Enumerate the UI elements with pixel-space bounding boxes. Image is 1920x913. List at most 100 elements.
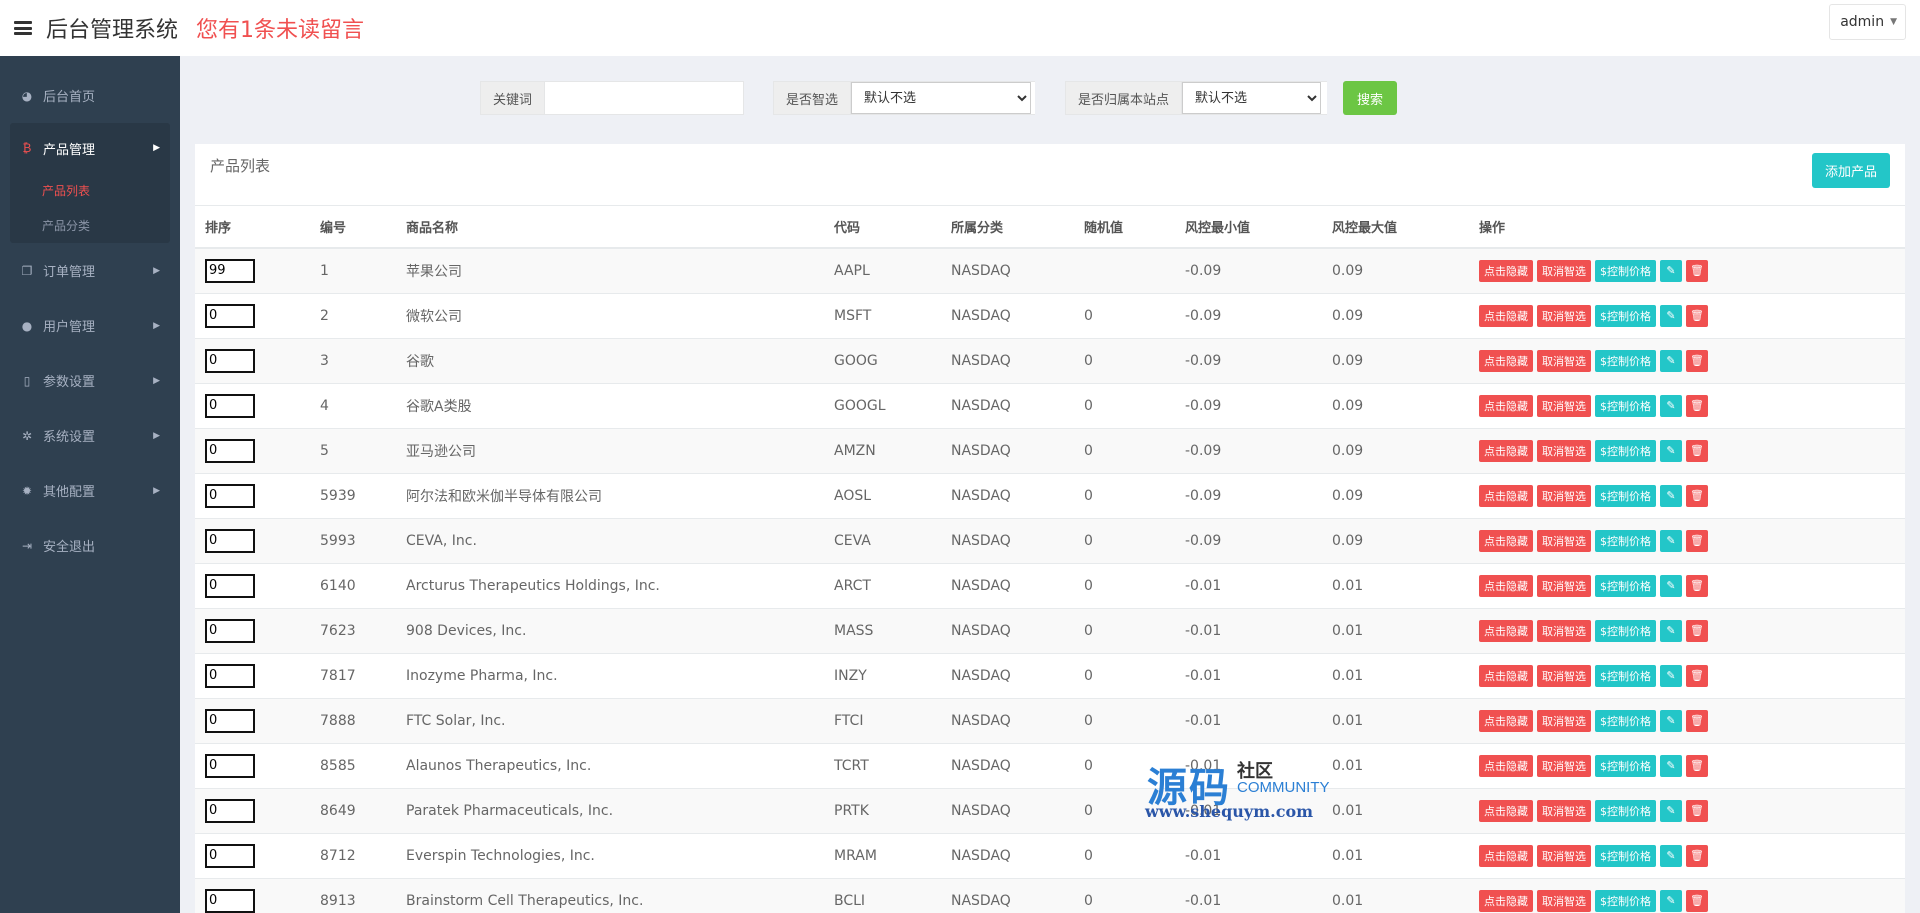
unread-message-notice[interactable]: 您有1条未读留言 (196, 12, 364, 44)
unselect-smart-button[interactable]: 取消智选 (1537, 349, 1591, 372)
menu-toggle-button[interactable] (0, 0, 46, 56)
sidebar-item-orders[interactable]: ❐ 订单管理 ▶ (0, 243, 180, 298)
sort-input[interactable] (205, 348, 255, 373)
control-price-button[interactable]: $控制价格 (1595, 664, 1656, 687)
control-price-button[interactable]: $控制价格 (1595, 574, 1656, 597)
sidebar-item-products[interactable]: ₿ 产品管理 ▶ (10, 123, 170, 173)
control-price-button[interactable]: $控制价格 (1595, 889, 1656, 912)
sort-input[interactable] (205, 573, 255, 598)
hide-button[interactable]: 点击隐藏 (1479, 259, 1533, 282)
delete-button[interactable]: 🗑 (1686, 394, 1708, 417)
edit-button[interactable]: ✎ (1660, 619, 1682, 642)
sort-input[interactable] (205, 438, 255, 463)
control-price-button[interactable]: $控制价格 (1595, 844, 1656, 867)
sort-input[interactable] (205, 753, 255, 778)
unselect-smart-button[interactable]: 取消智选 (1537, 394, 1591, 417)
delete-button[interactable]: 🗑 (1686, 889, 1708, 912)
unselect-smart-button[interactable]: 取消智选 (1537, 574, 1591, 597)
edit-button[interactable]: ✎ (1660, 394, 1682, 417)
hide-button[interactable]: 点击隐藏 (1479, 484, 1533, 507)
edit-button[interactable]: ✎ (1660, 304, 1682, 327)
control-price-button[interactable]: $控制价格 (1595, 619, 1656, 642)
control-price-button[interactable]: $控制价格 (1595, 799, 1656, 822)
hide-button[interactable]: 点击隐藏 (1479, 394, 1533, 417)
site-select[interactable]: 默认不选 (1182, 82, 1322, 114)
delete-button[interactable]: 🗑 (1686, 664, 1708, 687)
control-price-button[interactable]: $控制价格 (1595, 529, 1656, 552)
sidebar-item-params[interactable]: ▯ 参数设置 ▶ (0, 353, 180, 408)
delete-button[interactable]: 🗑 (1686, 529, 1708, 552)
unselect-smart-button[interactable]: 取消智选 (1537, 259, 1591, 282)
sort-input[interactable] (205, 888, 255, 913)
hide-button[interactable]: 点击隐藏 (1479, 304, 1533, 327)
hide-button[interactable]: 点击隐藏 (1479, 844, 1533, 867)
unselect-smart-button[interactable]: 取消智选 (1537, 529, 1591, 552)
user-dropdown[interactable]: admin ▼ (1829, 4, 1906, 40)
unselect-smart-button[interactable]: 取消智选 (1537, 799, 1591, 822)
delete-button[interactable]: 🗑 (1686, 304, 1708, 327)
sort-input[interactable] (205, 708, 255, 733)
unselect-smart-button[interactable]: 取消智选 (1537, 754, 1591, 777)
hide-button[interactable]: 点击隐藏 (1479, 709, 1533, 732)
edit-button[interactable]: ✎ (1660, 349, 1682, 372)
unselect-smart-button[interactable]: 取消智选 (1537, 889, 1591, 912)
edit-button[interactable]: ✎ (1660, 844, 1682, 867)
sidebar-item-users[interactable]: ● 用户管理 ▶ (0, 298, 180, 353)
edit-button[interactable]: ✎ (1660, 484, 1682, 507)
sort-input[interactable] (205, 393, 255, 418)
hide-button[interactable]: 点击隐藏 (1479, 619, 1533, 642)
delete-button[interactable]: 🗑 (1686, 754, 1708, 777)
control-price-button[interactable]: $控制价格 (1595, 439, 1656, 462)
hide-button[interactable]: 点击隐藏 (1479, 889, 1533, 912)
delete-button[interactable]: 🗑 (1686, 259, 1708, 282)
hide-button[interactable]: 点击隐藏 (1479, 349, 1533, 372)
search-button[interactable]: 搜索 (1343, 81, 1397, 115)
edit-button[interactable]: ✎ (1660, 574, 1682, 597)
sidebar-subitem-product-category[interactable]: 产品分类 (10, 208, 170, 243)
sidebar-subitem-product-list[interactable]: 产品列表 (10, 173, 170, 208)
delete-button[interactable]: 🗑 (1686, 799, 1708, 822)
hide-button[interactable]: 点击隐藏 (1479, 799, 1533, 822)
add-product-button[interactable]: 添加产品 (1811, 153, 1890, 188)
control-price-button[interactable]: $控制价格 (1595, 709, 1656, 732)
edit-button[interactable]: ✎ (1660, 529, 1682, 552)
sort-input[interactable] (205, 483, 255, 508)
delete-button[interactable]: 🗑 (1686, 349, 1708, 372)
sort-input[interactable] (205, 663, 255, 688)
sort-input[interactable] (205, 258, 255, 283)
edit-button[interactable]: ✎ (1660, 709, 1682, 732)
edit-button[interactable]: ✎ (1660, 259, 1682, 282)
edit-button[interactable]: ✎ (1660, 664, 1682, 687)
delete-button[interactable]: 🗑 (1686, 709, 1708, 732)
smart-select[interactable]: 默认不选 (851, 82, 1032, 114)
control-price-button[interactable]: $控制价格 (1595, 259, 1656, 282)
sidebar-item-home[interactable]: ◕ 后台首页 (0, 68, 180, 123)
unselect-smart-button[interactable]: 取消智选 (1537, 709, 1591, 732)
hide-button[interactable]: 点击隐藏 (1479, 529, 1533, 552)
unselect-smart-button[interactable]: 取消智选 (1537, 484, 1591, 507)
delete-button[interactable]: 🗑 (1686, 439, 1708, 462)
unselect-smart-button[interactable]: 取消智选 (1537, 439, 1591, 462)
control-price-button[interactable]: $控制价格 (1595, 394, 1656, 417)
hide-button[interactable]: 点击隐藏 (1479, 574, 1533, 597)
unselect-smart-button[interactable]: 取消智选 (1537, 844, 1591, 867)
hide-button[interactable]: 点击隐藏 (1479, 754, 1533, 777)
sidebar-item-system[interactable]: ✲ 系统设置 ▶ (0, 408, 180, 463)
delete-button[interactable]: 🗑 (1686, 844, 1708, 867)
control-price-button[interactable]: $控制价格 (1595, 349, 1656, 372)
unselect-smart-button[interactable]: 取消智选 (1537, 619, 1591, 642)
unselect-smart-button[interactable]: 取消智选 (1537, 664, 1591, 687)
sort-input[interactable] (205, 843, 255, 868)
sidebar-item-logout[interactable]: ⇥ 安全退出 (0, 518, 180, 573)
delete-button[interactable]: 🗑 (1686, 574, 1708, 597)
sort-input[interactable] (205, 618, 255, 643)
control-price-button[interactable]: $控制价格 (1595, 754, 1656, 777)
delete-button[interactable]: 🗑 (1686, 619, 1708, 642)
edit-button[interactable]: ✎ (1660, 754, 1682, 777)
edit-button[interactable]: ✎ (1660, 439, 1682, 462)
sort-input[interactable] (205, 303, 255, 328)
edit-button[interactable]: ✎ (1660, 799, 1682, 822)
sort-input[interactable] (205, 528, 255, 553)
hide-button[interactable]: 点击隐藏 (1479, 664, 1533, 687)
sort-input[interactable] (205, 798, 255, 823)
